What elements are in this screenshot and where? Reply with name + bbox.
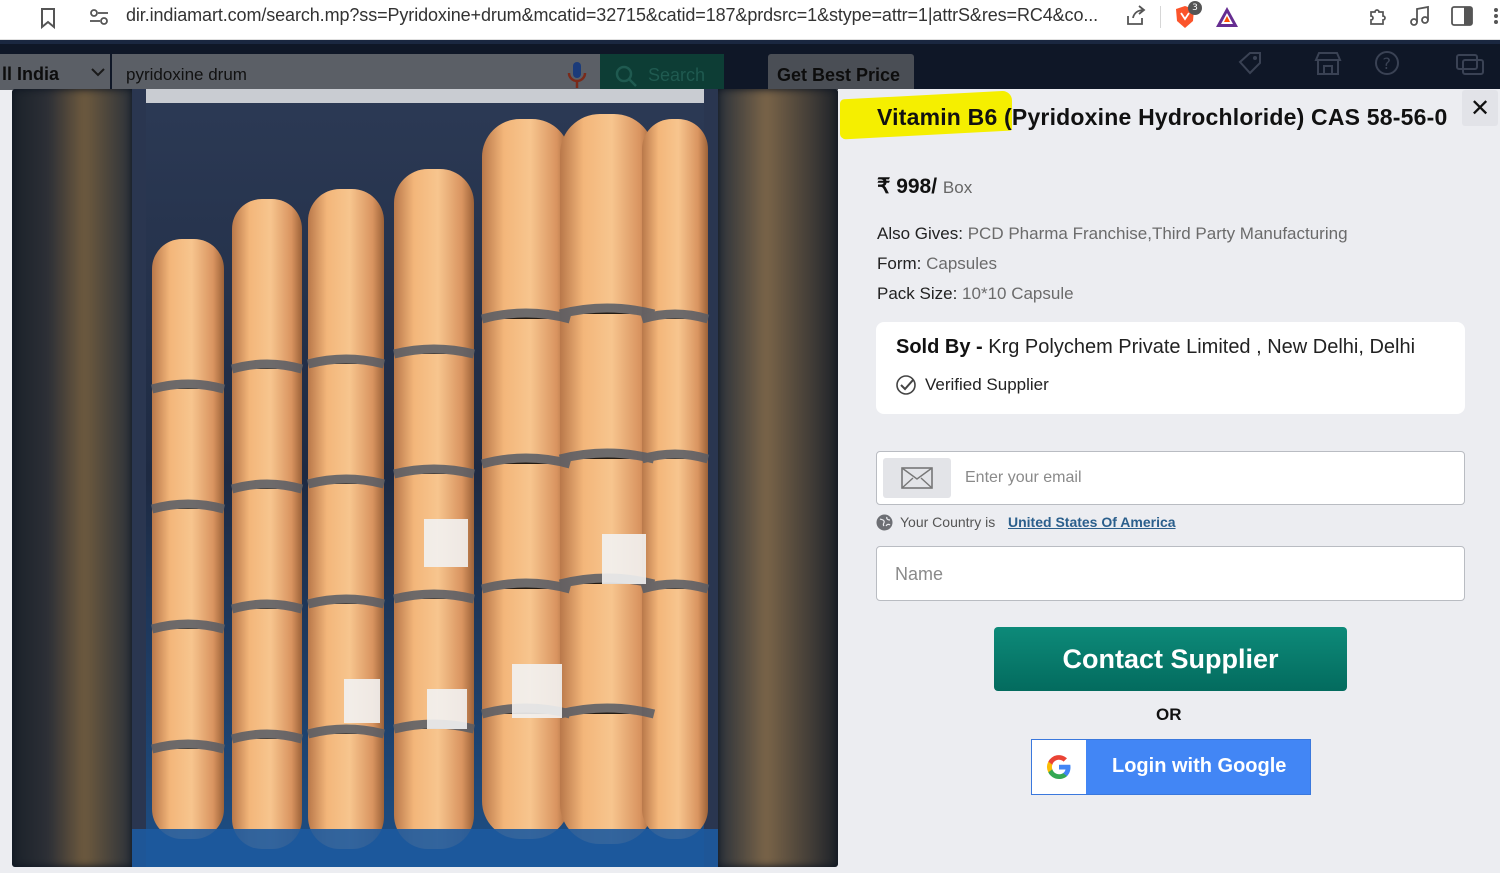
image-blur-left xyxy=(12,89,132,867)
country-link[interactable]: United States Of America xyxy=(1008,514,1176,530)
shields-count-badge: 3 xyxy=(1188,1,1202,15)
spec-label: Also Gives: xyxy=(877,224,963,243)
product-title: Vitamin B6 (Pyridoxine Hydrochloride) CA… xyxy=(877,104,1448,130)
or-separator: OR xyxy=(1156,705,1182,724)
site-settings-icon[interactable] xyxy=(88,6,110,28)
close-modal-button[interactable]: ✕ xyxy=(1462,90,1498,126)
messages-icon[interactable] xyxy=(1454,50,1486,80)
store-icon[interactable] xyxy=(1312,50,1344,80)
product-price: ₹ 998/ Box xyxy=(877,174,972,199)
svg-text:?: ? xyxy=(1383,54,1392,73)
tag-icon[interactable] xyxy=(1234,50,1266,80)
chevron-down-icon xyxy=(91,68,105,77)
email-field[interactable]: Enter your email xyxy=(876,451,1465,505)
toolbar-divider xyxy=(1160,6,1161,28)
country-prefix: Your Country is xyxy=(900,514,996,530)
browser-toolbar: dir.indiamart.com/search.mp?ss=Pyridoxin… xyxy=(0,0,1500,40)
address-bar-url[interactable]: dir.indiamart.com/search.mp?ss=Pyridoxin… xyxy=(126,5,1098,26)
share-icon[interactable] xyxy=(1124,4,1148,28)
seller-card: Sold By - Krg Polychem Private Limited ,… xyxy=(876,322,1465,414)
brave-rewards-icon[interactable] xyxy=(1214,4,1240,30)
spec-also-gives: Also Gives: PCD Pharma Franchise,Third P… xyxy=(877,224,1348,244)
search-icon xyxy=(615,65,637,87)
price-value: ₹ 998/ xyxy=(877,175,938,198)
header-top-strip xyxy=(0,40,1500,44)
email-icon-tile xyxy=(883,458,951,498)
spec-label: Form: xyxy=(877,254,922,273)
envelope-icon xyxy=(901,467,933,489)
globe-icon xyxy=(876,514,893,531)
image-blur-right xyxy=(718,89,838,867)
name-field[interactable]: Name xyxy=(876,546,1465,601)
microphone-icon[interactable] xyxy=(564,60,590,90)
bookmark-icon[interactable] xyxy=(38,6,58,30)
browser-menu-icon[interactable] xyxy=(1488,4,1500,28)
get-best-price-button[interactable]: Get Best Price xyxy=(768,54,914,90)
spec-value: 10*10 Capsule xyxy=(962,284,1074,303)
spec-value: Capsules xyxy=(926,254,997,273)
verified-check-icon xyxy=(896,375,916,395)
google-logo-tile xyxy=(1032,740,1086,794)
product-photo-drums xyxy=(132,89,718,867)
sidebar-toggle-icon[interactable] xyxy=(1450,5,1474,27)
spec-label: Pack Size: xyxy=(877,284,958,303)
google-button-label: Login with Google xyxy=(1112,755,1287,777)
extensions-icon[interactable] xyxy=(1366,4,1390,28)
sold-by-line: Sold By - Krg Polychem Private Limited ,… xyxy=(896,336,1415,359)
contact-supplier-button[interactable]: Contact Supplier xyxy=(994,627,1347,691)
spec-value: PCD Pharma Franchise,Third Party Manufac… xyxy=(967,224,1348,243)
search-input[interactable]: pyridoxine drum xyxy=(112,54,600,90)
help-icon[interactable]: ? xyxy=(1372,50,1404,80)
spec-form: Form: Capsules xyxy=(877,254,997,274)
email-placeholder: Enter your email xyxy=(965,469,1082,486)
site-header: ll India pyridoxine drum Search Get Best… xyxy=(0,40,1500,90)
media-controls-icon[interactable] xyxy=(1408,4,1432,28)
seller-name: Krg Polychem Private Limited , New Delhi… xyxy=(988,336,1416,358)
sold-by-label: Sold By - xyxy=(896,336,983,358)
price-unit: Box xyxy=(942,178,973,197)
verified-supplier-label: Verified Supplier xyxy=(925,375,1049,394)
google-g-icon xyxy=(1047,755,1071,779)
name-placeholder: Name xyxy=(895,564,944,584)
login-with-google-button[interactable]: Login with Google xyxy=(1031,739,1311,795)
spec-pack-size: Pack Size: 10*10 Capsule xyxy=(877,284,1074,304)
product-image-viewer[interactable] xyxy=(12,89,838,867)
